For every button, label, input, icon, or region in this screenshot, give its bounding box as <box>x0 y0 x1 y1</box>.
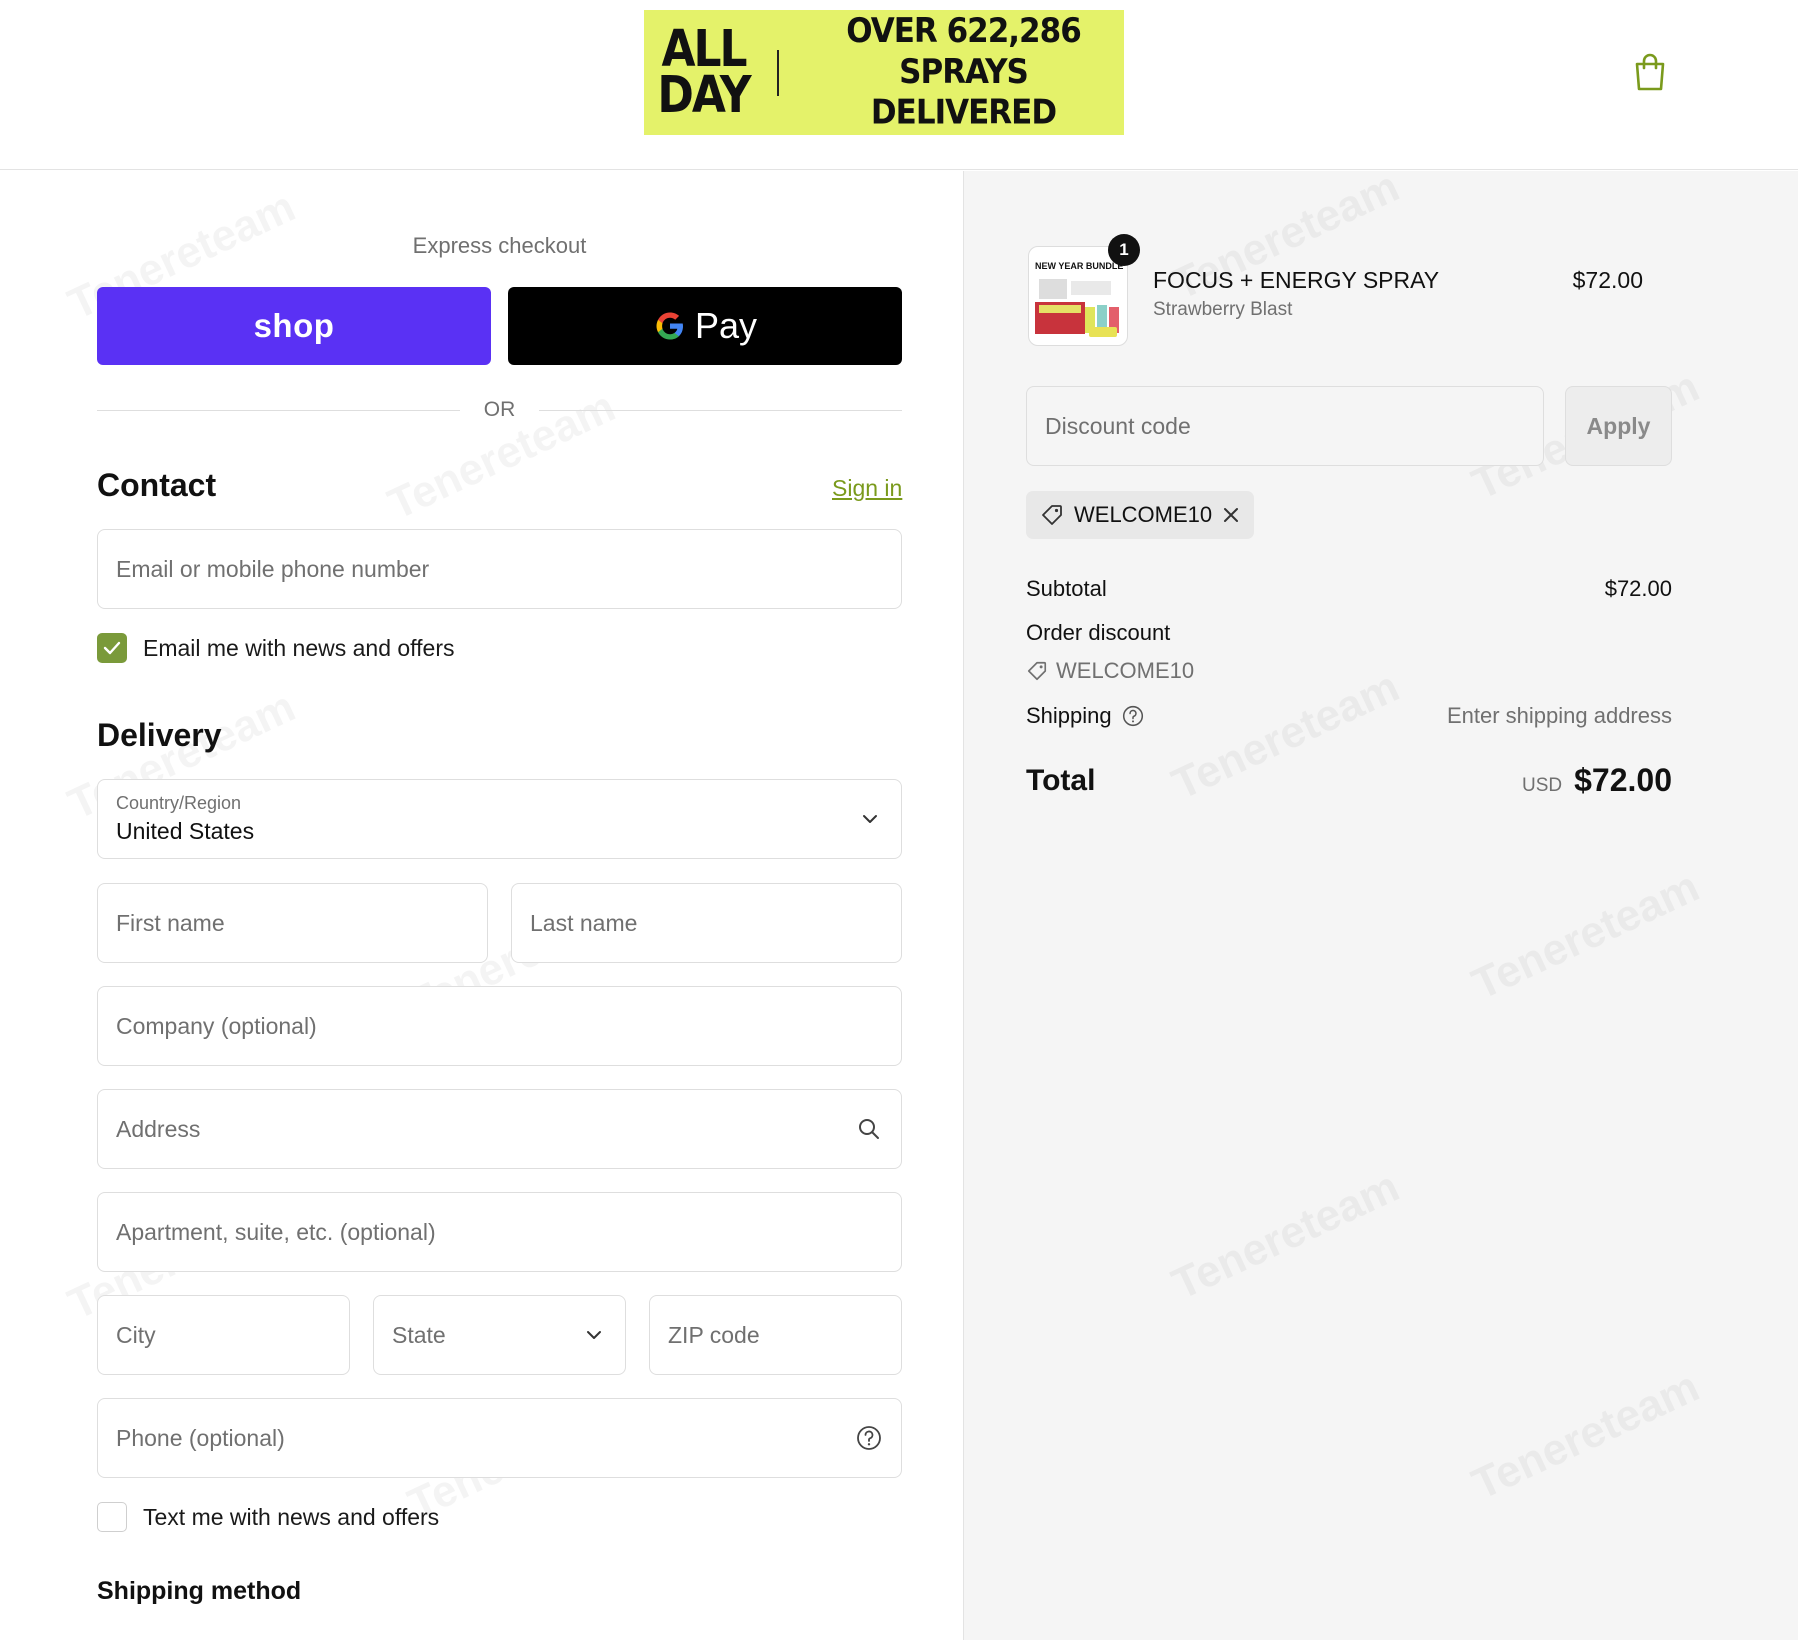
product-price: $72.00 <box>1572 267 1643 293</box>
email-placeholder: Email or mobile phone number <box>116 555 430 582</box>
cart-button[interactable] <box>1632 52 1672 96</box>
or-label: OR <box>483 398 516 421</box>
subtotal-value: $72.00 <box>1604 576 1672 601</box>
address-placeholder: Address <box>116 1115 201 1142</box>
shipping-value: Enter shipping address <box>1446 703 1672 728</box>
total-value: $72.00 <box>1574 762 1672 798</box>
product-thumbnail-wrap: NEW YEAR BUNDLE 1 <box>1028 234 1140 348</box>
email-field[interactable]: Email or mobile phone number <box>97 529 902 609</box>
express-checkout-label: Express checkout <box>412 233 587 258</box>
banner-line-2: SPRAYS DELIVERED <box>870 52 1057 133</box>
first-name-placeholder: First name <box>116 909 225 936</box>
apartment-field[interactable]: Apartment, suite, etc. (optional) <box>97 1192 902 1272</box>
total-currency: USD <box>1522 775 1563 796</box>
total-row: Total USD $72.00 <box>1026 762 1672 799</box>
search-icon[interactable] <box>855 1115 883 1143</box>
phone-placeholder: Phone (optional) <box>116 1424 285 1451</box>
city-placeholder: City <box>116 1321 156 1348</box>
total-label: Total <box>1026 763 1096 797</box>
banner-line-1: OVER 622,286 <box>846 11 1082 52</box>
phone-field[interactable]: Phone (optional) <box>97 1398 902 1478</box>
company-field[interactable]: Company (optional) <box>97 986 902 1066</box>
tag-icon <box>1042 505 1062 525</box>
brand-banner[interactable]: ALL DAY OVER 622,286 SPRAYS DELIVERED <box>644 10 1124 135</box>
order-discount-label: Order discount <box>1026 620 1171 645</box>
or-line-left <box>97 409 460 411</box>
apartment-placeholder: Apartment, suite, etc. (optional) <box>116 1218 436 1245</box>
company-placeholder: Company (optional) <box>116 1012 317 1039</box>
city-field[interactable]: City <box>97 1295 350 1375</box>
text-news-checkbox[interactable] <box>97 1502 127 1532</box>
shop-pay-button[interactable]: shop <box>97 287 491 365</box>
contact-title: Contact <box>97 467 217 503</box>
email-news-label: Email me with news and offers <box>143 634 455 661</box>
subtotal-row: Subtotal $72.00 <box>1026 576 1672 602</box>
google-pay-label: Pay <box>694 305 758 346</box>
last-name-placeholder: Last name <box>530 909 638 936</box>
product-name: FOCUS + ENERGY SPRAY <box>1153 267 1440 293</box>
close-icon[interactable] <box>1222 506 1240 524</box>
apply-button[interactable]: Apply <box>1565 386 1672 466</box>
chevron-down-icon <box>863 815 877 823</box>
help-circle-icon[interactable] <box>855 1424 883 1452</box>
checkout-form: Tenereteam Tenereteam Tenereteam Teneret… <box>0 171 963 1640</box>
google-g-icon <box>656 312 683 340</box>
checkout-header: ALL DAY OVER 622,286 SPRAYS DELIVERED <box>0 0 1798 170</box>
or-line-right <box>539 409 902 411</box>
country-value: United States <box>116 818 255 844</box>
email-news-checkbox-row[interactable]: Email me with news and offers <box>97 633 455 663</box>
order-discount-code-row: WELCOME10 <box>1026 658 1672 684</box>
checkmark-icon <box>103 641 121 655</box>
shipping-label: Shipping <box>1026 703 1112 728</box>
order-summary: Tenereteam Tenereteam Tenereteam Teneret… <box>963 162 1798 1640</box>
or-divider: OR <box>97 395 902 425</box>
applied-code: WELCOME10 <box>1074 502 1213 527</box>
chevron-down-icon <box>587 1331 601 1339</box>
banner-headline: OVER 622,286 SPRAYS DELIVERED <box>803 11 1124 133</box>
banner-divider <box>777 49 779 96</box>
help-circle-icon[interactable] <box>1122 705 1144 727</box>
applied-discount-chip: WELCOME10 <box>1026 491 1255 539</box>
zip-field[interactable]: ZIP code <box>649 1295 902 1375</box>
logo-line-2: DAY <box>657 65 751 125</box>
product-variant: Strawberry Blast <box>1153 299 1293 320</box>
order-discount-code: WELCOME10 <box>1056 658 1195 683</box>
shopping-bag-icon <box>1635 53 1665 91</box>
zip-placeholder: ZIP code <box>668 1321 760 1348</box>
delivery-title: Delivery <box>97 717 222 753</box>
country-label: Country/Region <box>116 793 242 813</box>
text-news-checkbox-row[interactable]: Text me with news and offers <box>97 1502 439 1532</box>
order-discount-row: Order discount <box>1026 620 1672 646</box>
shipping-method-title: Shipping method <box>97 1577 302 1605</box>
shop-pay-label: shop <box>253 307 335 344</box>
email-news-checkbox[interactable] <box>97 633 127 663</box>
sign-in-link[interactable]: Sign in <box>832 475 902 502</box>
subtotal-label: Subtotal <box>1026 576 1107 601</box>
shipping-row: Shipping Enter shipping address <box>1026 703 1672 729</box>
discount-code-input[interactable]: Discount code <box>1026 386 1544 466</box>
tag-icon <box>1027 661 1047 681</box>
google-pay-button[interactable]: Pay <box>508 287 902 365</box>
quantity-badge: 1 <box>1108 234 1140 266</box>
state-select[interactable]: State <box>373 1295 626 1375</box>
address-field[interactable]: Address <box>97 1089 902 1169</box>
state-placeholder: State <box>392 1321 446 1348</box>
first-name-field[interactable]: First name <box>97 883 488 963</box>
text-news-label: Text me with news and offers <box>143 1503 440 1530</box>
all-day-logo: ALL DAY <box>644 1 763 145</box>
discount-placeholder: Discount code <box>1045 412 1191 439</box>
last-name-field[interactable]: Last name <box>511 883 902 963</box>
country-select[interactable]: Country/Region United States <box>97 779 902 859</box>
